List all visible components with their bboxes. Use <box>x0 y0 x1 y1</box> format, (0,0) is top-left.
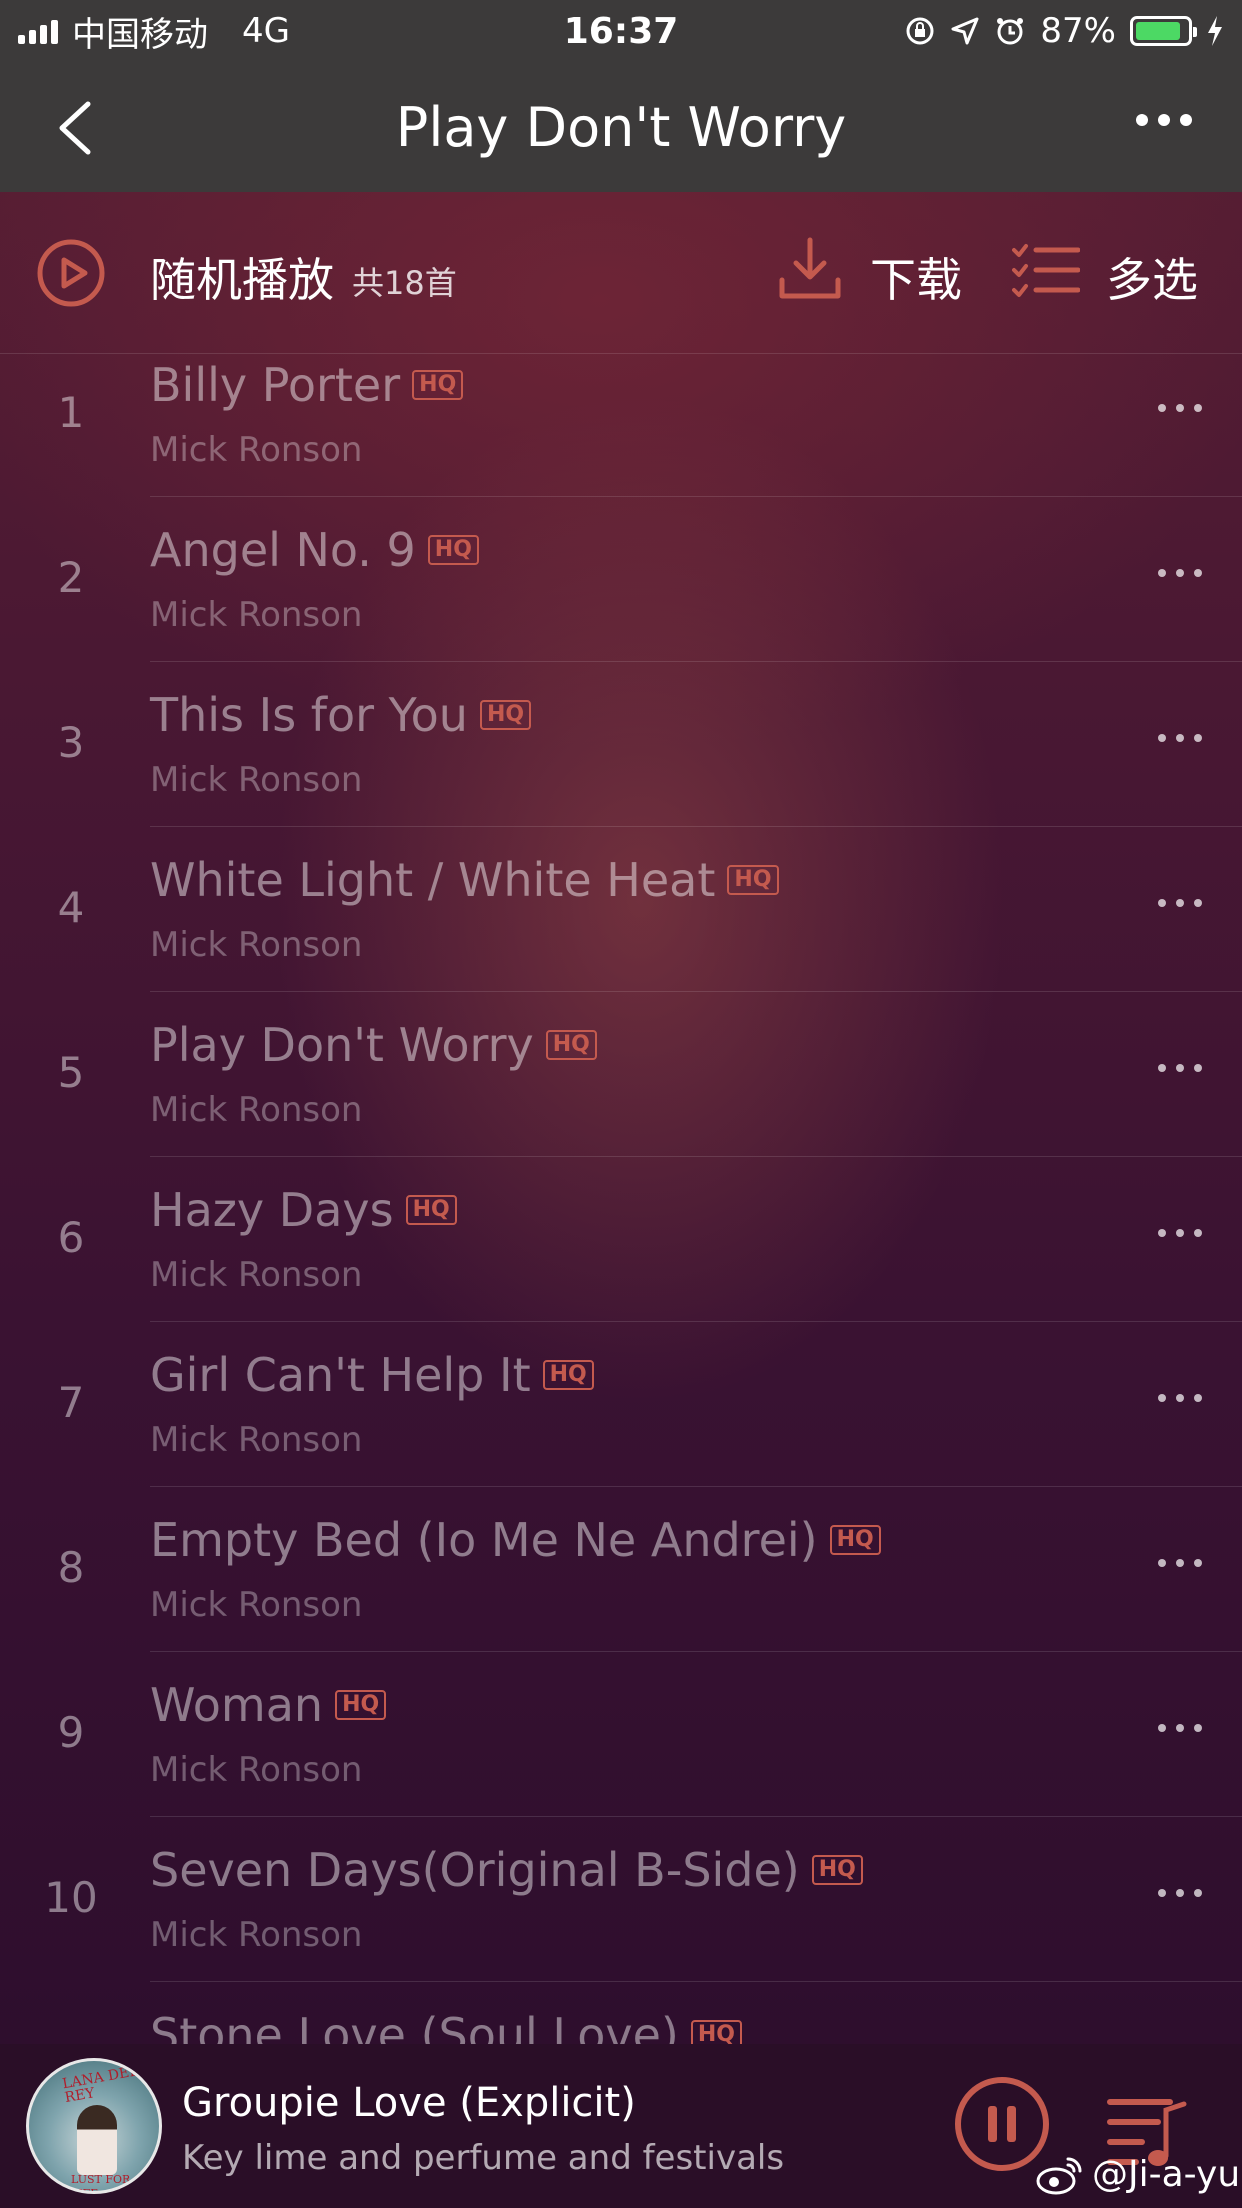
hq-badge: HQ <box>545 1030 597 1060</box>
hq-badge: HQ <box>727 865 779 895</box>
cover-lettering: LANA DEL REY <box>61 2063 140 2107</box>
track-artist: Mick Ronson <box>150 925 363 965</box>
track-title: Girl Can't Help It HQ <box>150 1348 594 1402</box>
signal-icon <box>18 18 58 44</box>
track-row[interactable]: 9 Woman HQ Mick Ronson <box>0 1652 1242 1817</box>
track-title: Play Don't Worry HQ <box>150 1018 597 1072</box>
more-horizontal-icon[interactable] <box>1158 1064 1202 1072</box>
track-title: Stone Love (Soul Love) HQ <box>150 2008 742 2044</box>
network-label: 4G <box>242 11 290 51</box>
track-artist: Mick Ronson <box>150 1420 363 1460</box>
track-title: Woman HQ <box>150 1678 387 1732</box>
track-artist: Mick Ronson <box>150 1750 363 1790</box>
multiselect-button[interactable]: 多选 <box>1106 244 1198 310</box>
track-title: Billy Porter HQ <box>150 358 464 412</box>
battery-percent: 87% <box>1040 11 1116 51</box>
track-count: 共18首 <box>352 264 457 302</box>
alarm-icon <box>997 18 1024 45</box>
track-title: This Is for You HQ <box>150 688 532 742</box>
more-horizontal-icon[interactable] <box>1158 1724 1202 1732</box>
more-horizontal-icon[interactable] <box>1158 899 1202 907</box>
more-horizontal-icon[interactable] <box>1158 734 1202 742</box>
more-horizontal-icon[interactable] <box>1158 1394 1202 1402</box>
track-artist: Mick Ronson <box>150 1915 363 1955</box>
now-playing-title: Groupie Love (Explicit) <box>182 2080 636 2126</box>
track-artist: Mick Ronson <box>150 1585 363 1625</box>
album-cover[interactable]: LANA DEL REY LUST FOR LIFE <box>26 2058 162 2194</box>
track-number: 8 <box>57 1543 85 1592</box>
location-icon <box>951 17 979 45</box>
track-row[interactable]: 6 Hazy Days HQ Mick Ronson <box>0 1157 1242 1322</box>
page-title: Play Don't Worry <box>395 95 847 159</box>
track-title: Empty Bed (Io Me Ne Andrei) HQ <box>150 1513 881 1567</box>
hq-badge: HQ <box>811 1855 863 1885</box>
track-row[interactable]: 7 Girl Can't Help It HQ Mick Ronson <box>0 1322 1242 1487</box>
chevron-left-icon[interactable] <box>52 98 108 158</box>
track-number: 4 <box>57 883 85 932</box>
track-number: 1 <box>57 388 85 437</box>
more-horizontal-icon[interactable] <box>1158 404 1202 412</box>
track-number: 2 <box>57 553 85 602</box>
track-row[interactable]: 4 White Light / White Heat HQ Mick Ronson <box>0 827 1242 992</box>
track-row[interactable]: 3 This Is for You HQ Mick Ronson <box>0 662 1242 827</box>
weibo-icon <box>1036 2157 1082 2194</box>
more-horizontal-icon[interactable] <box>1158 1889 1202 1897</box>
more-horizontal-icon[interactable] <box>1158 569 1202 577</box>
watermark: @Ji-a-yu <box>1036 2154 1240 2195</box>
track-list: 1 Billy Porter HQ Mick Ronson 2 Angel No. 9 HQ… <box>0 354 1242 2044</box>
track-artist: Mick Ronson <box>150 595 363 635</box>
track-number: 9 <box>57 1708 85 1757</box>
track-number: 10 <box>44 1873 98 1922</box>
nav-bar: Play Don't Worry <box>0 62 1242 192</box>
track-row[interactable]: 1 Billy Porter HQ Mick Ronson <box>0 354 1242 497</box>
multiselect-list-icon[interactable] <box>1012 242 1080 298</box>
track-artist: Mick Ronson <box>150 1090 363 1130</box>
rotation-lock-icon <box>906 17 934 45</box>
track-row[interactable]: 5 Play Don't Worry HQ Mick Ronson <box>0 992 1242 1157</box>
track-row[interactable]: 10 Seven Days(Original B-Side) HQ Mick Rons… <box>0 1817 1242 1982</box>
battery-icon <box>1130 16 1197 46</box>
hq-badge: HQ <box>690 2020 742 2044</box>
track-number: 5 <box>57 1048 85 1097</box>
track-number: 6 <box>57 1213 85 1262</box>
hq-badge: HQ <box>479 700 532 730</box>
more-horizontal-icon[interactable] <box>1158 1229 1202 1237</box>
play-circle-icon[interactable] <box>36 238 106 308</box>
hq-badge: HQ <box>829 1525 881 1555</box>
track-row[interactable]: 11Stone Love (Soul Love)HQ <box>0 1982 1242 2044</box>
hq-badge: HQ <box>427 535 479 565</box>
track-artist: Mick Ronson <box>150 760 363 800</box>
status-bar: 中国移动 4G 16:37 87% <box>0 0 1242 62</box>
track-title: Angel No. 9 HQ <box>150 523 479 577</box>
track-number: 3 <box>57 718 85 767</box>
hq-badge: HQ <box>335 1690 387 1720</box>
shuffle-play-button[interactable]: 随机播放 <box>150 244 334 310</box>
track-title: Hazy Days HQ <box>150 1183 457 1237</box>
now-playing-lyric: Key lime and perfume and festivals <box>182 2138 785 2178</box>
mini-player[interactable]: LANA DEL REY LUST FOR LIFE Groupie Love … <box>0 2044 1242 2208</box>
more-horizontal-icon[interactable] <box>1158 1559 1202 1567</box>
hq-badge: HQ <box>405 1195 457 1225</box>
track-artist: Mick Ronson <box>150 1255 363 1295</box>
track-title: White Light / White Heat HQ <box>150 853 779 907</box>
hq-badge: HQ <box>542 1360 594 1390</box>
track-number: 7 <box>57 1378 85 1427</box>
track-title: Seven Days(Original B-Side) HQ <box>150 1843 863 1897</box>
track-row[interactable]: 8 Empty Bed (Io Me Ne Andrei) HQ Mick Ronso… <box>0 1487 1242 1652</box>
action-bar: 随机播放 共18首 下载 多选 <box>0 192 1242 354</box>
hq-badge: HQ <box>412 370 464 400</box>
more-horizontal-icon[interactable] <box>1136 114 1192 126</box>
download-icon[interactable] <box>778 236 842 302</box>
carrier-label: 中国移动 <box>72 14 208 55</box>
track-artist: Mick Ronson <box>150 430 363 470</box>
track-row[interactable]: 2 Angel No. 9 HQ Mick Ronson <box>0 497 1242 662</box>
charging-icon <box>1208 16 1222 46</box>
download-button[interactable]: 下载 <box>870 244 962 310</box>
